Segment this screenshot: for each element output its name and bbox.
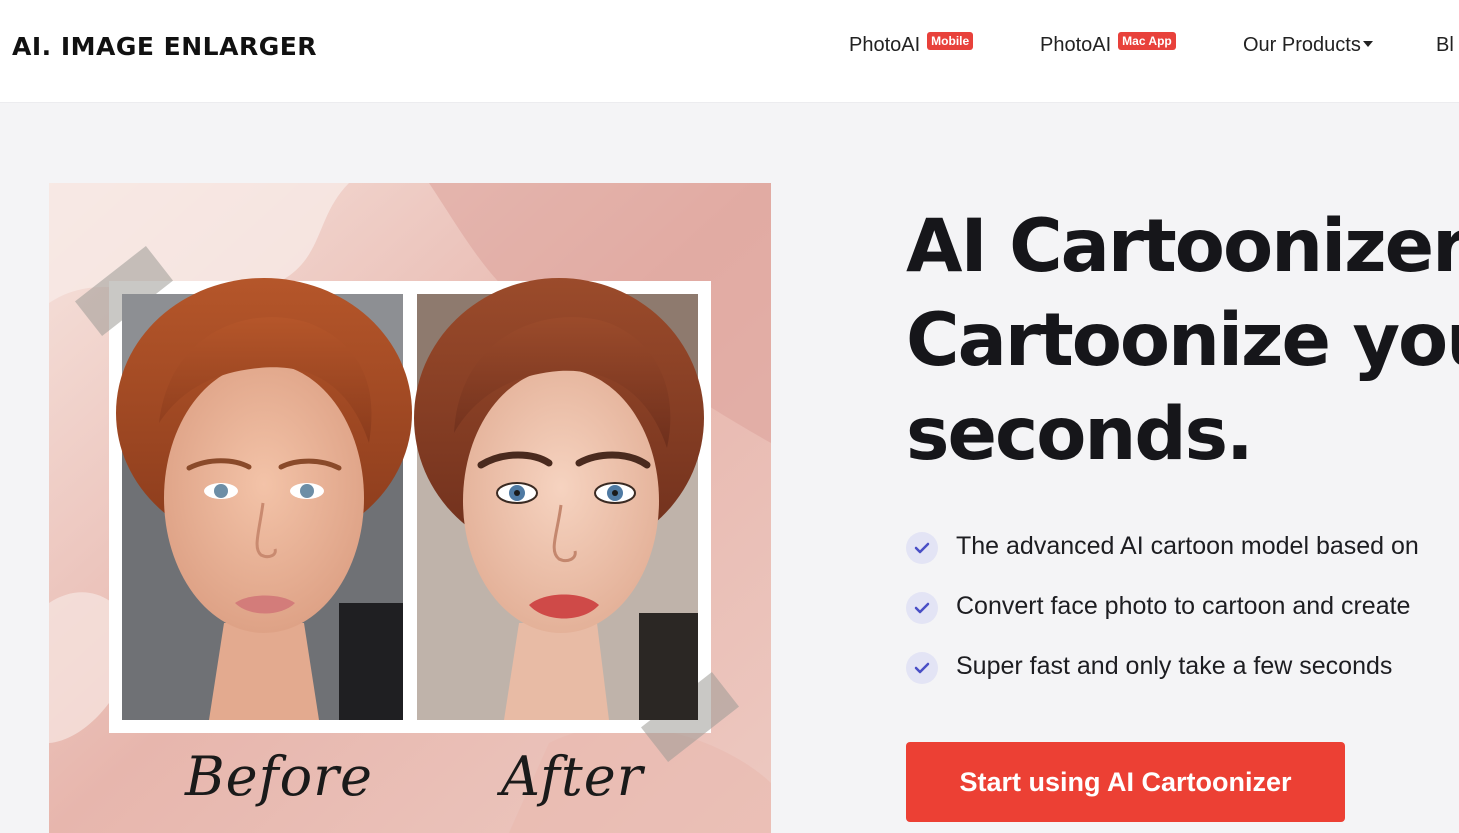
page-title: AI Cartoonizer Cartoonize yours seconds.: [906, 200, 1459, 482]
before-after-image: Before After: [49, 183, 771, 833]
title-line: Cartoonize yours: [906, 298, 1459, 383]
feature-text: Super fast and only take a few seconds: [956, 652, 1393, 680]
nav-photoai-mac[interactable]: PhotoAI Mac App: [1040, 32, 1176, 57]
nav-blog[interactable]: Bl: [1436, 34, 1454, 57]
nav-label: PhotoAI: [849, 34, 921, 57]
check-icon: [906, 592, 938, 624]
before-caption: Before: [185, 745, 373, 808]
mobile-badge: Mobile: [927, 32, 974, 50]
nav-photoai-mobile[interactable]: PhotoAI Mobile: [849, 32, 974, 57]
before-after-illustration: [49, 183, 771, 833]
before-photo: [116, 278, 412, 720]
title-line: AI Cartoonizer: [906, 204, 1459, 289]
nav-our-products[interactable]: Our Products: [1243, 34, 1373, 57]
feature-text: Convert face photo to cartoon and create: [956, 592, 1411, 620]
feature-text: The advanced AI cartoon model based on: [956, 532, 1419, 560]
mac-app-badge: Mac App: [1118, 32, 1176, 50]
caret-down-icon: [1362, 40, 1373, 47]
after-caption: After: [501, 745, 644, 808]
page: AI. IMAGE ENLARGER PhotoAI Mobile PhotoAI…: [0, 0, 1459, 833]
after-photo: [414, 278, 704, 720]
site-logo[interactable]: AI. IMAGE ENLARGER: [12, 32, 317, 61]
check-icon: [906, 652, 938, 684]
nav-label: PhotoAI: [1040, 34, 1112, 57]
title-line: seconds.: [906, 392, 1254, 477]
site-header: AI. IMAGE ENLARGER PhotoAI Mobile PhotoAI…: [0, 0, 1459, 103]
check-icon: [906, 532, 938, 564]
start-cartoonizer-button[interactable]: Start using AI Cartoonizer: [906, 742, 1345, 822]
nav-label: Bl: [1436, 34, 1454, 57]
nav-label: Our Products: [1243, 34, 1361, 57]
